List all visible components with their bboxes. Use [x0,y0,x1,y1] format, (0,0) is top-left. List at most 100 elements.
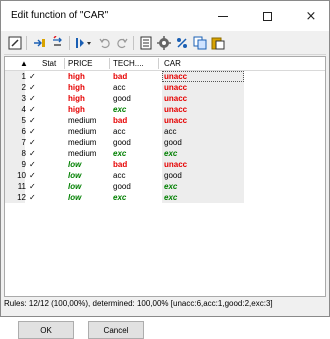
checkmark-icon[interactable]: ✓ [29,192,39,203]
cancel-button-label: Cancel [103,325,129,335]
cell-car[interactable]: good [164,137,182,148]
table-row[interactable]: 4 ✓ high exc unacc [5,104,245,115]
table-row[interactable]: 5 ✓ medium bad unacc [5,115,245,126]
cell-car[interactable]: unacc [164,104,187,115]
add-column-icon[interactable] [50,35,66,51]
cell-car[interactable]: good [164,170,182,181]
cell-price[interactable]: low [68,181,81,192]
cell-price[interactable]: high [68,71,85,82]
undo-icon[interactable] [97,35,113,51]
table-row[interactable]: 6 ✓ medium acc acc [5,126,245,137]
cell-price[interactable]: low [68,159,81,170]
cell-car[interactable]: unacc [164,71,187,82]
cell-tech[interactable]: acc [113,82,125,93]
cell-price[interactable]: low [68,192,81,203]
sort-indicator-icon[interactable]: ▲ [20,57,28,70]
checkmark-icon[interactable]: ✓ [29,137,39,148]
row-number[interactable]: 4 [7,104,26,115]
cell-price[interactable]: medium [68,148,96,159]
checkmark-icon[interactable]: ✓ [29,181,39,192]
document-icon[interactable] [138,35,154,51]
table-row[interactable]: 2 ✓ high acc unacc [5,82,245,93]
column-header-car[interactable]: CAR [164,57,181,70]
row-number[interactable]: 2 [7,82,26,93]
insert-row-icon[interactable] [32,35,48,51]
checkmark-icon[interactable]: ✓ [29,71,39,82]
status-bar: Rules: 12/12 (100,00%), determined: 100,… [4,299,273,308]
table-row[interactable]: 12 ✓ low exc exc [5,192,245,203]
checkmark-icon[interactable]: ✓ [29,159,39,170]
cell-tech[interactable]: bad [113,71,127,82]
table-row[interactable]: 8 ✓ medium exc exc [5,148,245,159]
cell-tech[interactable]: good [113,137,131,148]
table-row[interactable]: 7 ✓ medium good good [5,137,245,148]
cell-price[interactable]: medium [68,126,96,137]
cell-tech[interactable]: good [113,181,131,192]
row-number[interactable]: 8 [7,148,26,159]
row-number[interactable]: 3 [7,93,26,104]
cell-car[interactable]: unacc [164,82,187,93]
column-header-tech[interactable]: TECH.... [113,57,144,70]
checkmark-icon[interactable]: ✓ [29,126,39,137]
cancel-button[interactable]: Cancel [88,321,144,339]
row-number[interactable]: 12 [7,192,26,203]
table-row[interactable]: 9 ✓ low bad unacc [5,159,245,170]
cell-tech[interactable]: good [113,93,131,104]
column-header-price[interactable]: PRICE [68,57,92,70]
row-number[interactable]: 10 [7,170,26,181]
edit-icon[interactable] [7,35,23,51]
column-divider[interactable] [109,58,110,69]
table-row[interactable]: 1 ✓ high bad unacc [5,71,245,82]
checkmark-icon[interactable]: ✓ [29,104,39,115]
checkmark-icon[interactable]: ✓ [29,93,39,104]
cell-tech[interactable]: acc [113,170,125,181]
maximize-button[interactable] [251,5,283,27]
checkmark-icon[interactable]: ✓ [29,82,39,93]
copy-icon[interactable] [192,35,208,51]
column-header-stat[interactable]: Stat [42,57,56,70]
cell-tech[interactable]: exc [113,148,126,159]
cell-price[interactable]: medium [68,115,96,126]
filter-icon[interactable] [74,35,94,51]
cell-price[interactable]: medium [68,137,96,148]
cell-tech[interactable]: exc [113,104,126,115]
title-bar[interactable]: Edit function of "CAR" × [1,1,329,31]
cell-car[interactable]: exc [164,148,177,159]
cell-car[interactable]: unacc [164,159,187,170]
cell-tech[interactable]: bad [113,115,127,126]
table-row[interactable]: 10 ✓ low acc good [5,170,245,181]
settings-icon[interactable] [156,35,172,51]
column-divider[interactable] [64,58,65,69]
row-number[interactable]: 9 [7,159,26,170]
cell-tech[interactable]: acc [113,126,125,137]
row-number[interactable]: 11 [7,181,26,192]
minimize-button[interactable] [207,5,239,27]
redo-icon[interactable] [114,35,130,51]
cell-price[interactable]: high [68,82,85,93]
cell-price[interactable]: low [68,170,81,181]
checkmark-icon[interactable]: ✓ [29,115,39,126]
checkmark-icon[interactable]: ✓ [29,170,39,181]
cell-car[interactable]: exc [164,192,177,203]
cell-price[interactable]: high [68,104,85,115]
cell-tech[interactable]: exc [113,192,126,203]
toolbar-separator [69,36,70,50]
table-row[interactable]: 3 ✓ high good unacc [5,93,245,104]
cell-car[interactable]: unacc [164,93,187,104]
paste-icon[interactable] [210,35,226,51]
row-number[interactable]: 5 [7,115,26,126]
cell-car[interactable]: exc [164,181,177,192]
percent-icon[interactable] [174,35,190,51]
table-row[interactable]: 11 ✓ low good exc [5,181,245,192]
column-divider[interactable] [158,58,159,69]
cell-tech[interactable]: bad [113,159,127,170]
row-number[interactable]: 7 [7,137,26,148]
cell-car[interactable]: acc [164,126,176,137]
row-number[interactable]: 6 [7,126,26,137]
ok-button[interactable]: OK [18,321,74,339]
checkmark-icon[interactable]: ✓ [29,148,39,159]
close-button[interactable]: × [295,5,327,27]
row-number[interactable]: 1 [7,71,26,82]
cell-price[interactable]: high [68,93,85,104]
cell-car[interactable]: unacc [164,115,187,126]
